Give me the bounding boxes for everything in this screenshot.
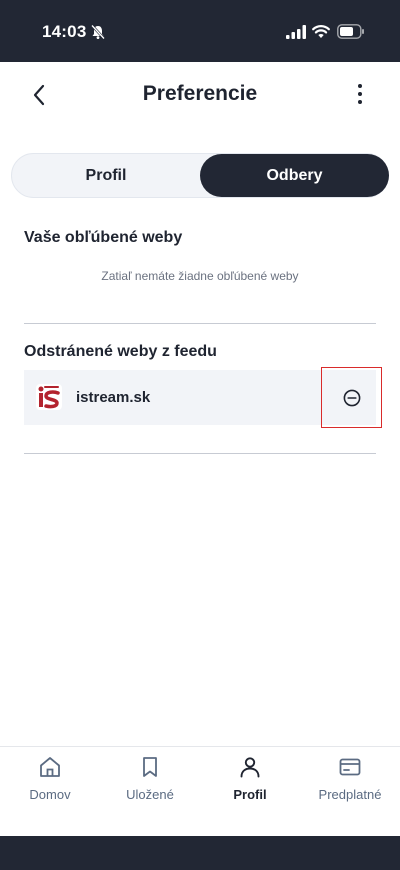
segmented-tabs: Profil Odbery bbox=[11, 153, 389, 198]
bookmark-icon bbox=[143, 757, 157, 777]
more-dot bbox=[358, 92, 362, 96]
top-nav: Preferencie bbox=[0, 62, 400, 126]
battery-icon bbox=[337, 24, 364, 39]
signal-icon bbox=[286, 25, 306, 39]
user-icon bbox=[240, 757, 260, 778]
more-options-button[interactable] bbox=[348, 78, 372, 110]
nav-item-domov[interactable]: Domov bbox=[0, 747, 100, 837]
favorites-empty-text: Zatiaľ nemáte žiadne obľúbené weby bbox=[101, 269, 299, 283]
favorites-title: Vaše obľúbené weby bbox=[24, 229, 183, 246]
bottom-nav: Domov Uložené Profil Predplatné bbox=[0, 746, 400, 836]
divider bbox=[24, 453, 376, 454]
list-item: istream.sk bbox=[24, 367, 382, 428]
nav-label: Domov bbox=[29, 787, 71, 802]
nav-label: Predplatné bbox=[318, 787, 382, 802]
nav-label: Uložené bbox=[126, 787, 174, 802]
status-time: 14:03 bbox=[42, 22, 87, 41]
nav-item-predplatne[interactable]: Predplatné bbox=[300, 747, 400, 837]
nav-item-profil[interactable]: Profil bbox=[200, 747, 300, 837]
site-name: istream.sk bbox=[76, 389, 151, 406]
wifi-icon bbox=[312, 25, 330, 38]
tab-profil[interactable]: Profil bbox=[12, 154, 200, 197]
restore-site-button[interactable] bbox=[321, 367, 382, 428]
istream-logo bbox=[36, 384, 62, 410]
nav-item-ulozene[interactable]: Uložené bbox=[100, 747, 200, 837]
tab-odbery[interactable]: Odbery bbox=[200, 154, 389, 197]
home-indicator-bar bbox=[0, 836, 400, 870]
status-bar: 14:03 bbox=[0, 0, 400, 62]
more-dot bbox=[358, 84, 362, 88]
bell-muted-icon bbox=[91, 24, 105, 40]
nav-label: Profil bbox=[233, 787, 267, 802]
minus-circle-icon bbox=[343, 389, 360, 406]
card-icon bbox=[339, 758, 361, 776]
divider bbox=[24, 323, 376, 324]
home-icon bbox=[40, 757, 60, 777]
removed-title: Odstránené weby z feedu bbox=[24, 343, 217, 360]
page-title: Preferencie bbox=[142, 82, 258, 105]
more-dot bbox=[358, 100, 362, 104]
